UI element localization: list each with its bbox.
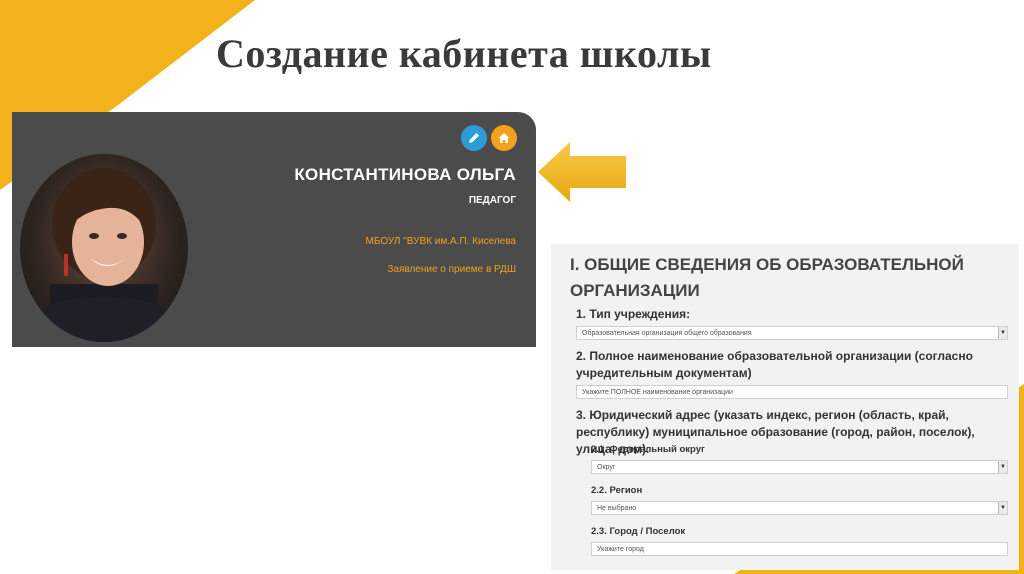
pencil-icon	[469, 133, 479, 143]
form-heading: I. ОБЩИЕ СВЕДЕНИЯ ОБ ОБРАЗОВАТЕЛЬНОЙ ОРГ…	[570, 255, 964, 300]
edit-profile-button[interactable]	[461, 125, 487, 151]
registration-form: I. ОБЩИЕ СВЕДЕНИЯ ОБ ОБРАЗОВАТЕЛЬНОЙ ОРГ…	[551, 244, 1019, 570]
federal-district-label: 2.1. Федеральный округ	[591, 444, 705, 455]
region-label: 2.2. Регион	[591, 485, 643, 496]
city-input[interactable]: Укажите город	[591, 542, 1008, 556]
federal-district-value: Округ	[597, 464, 616, 471]
institution-type-select[interactable]: Образовательная организация общего образ…	[576, 326, 1008, 340]
federal-district-select[interactable]: Округ ▼	[591, 460, 1008, 474]
profile-card: КОНСТАНТИНОВА ОЛЬГА ПЕДАГОГ МБОУЛ "ВУВК …	[12, 112, 536, 347]
profile-organization-link[interactable]: МБОУЛ "ВУВК им.А.П. Киселева	[366, 236, 516, 247]
full-name-input[interactable]: Укажите ПОЛНОЕ наименование организации	[576, 385, 1008, 399]
arrow-left-icon	[538, 142, 626, 202]
full-name-label: 2. Полное наименование образовательной о…	[576, 349, 973, 380]
institution-type-value: Образовательная организация общего образ…	[582, 330, 752, 337]
slide-title: Создание кабинета школы	[216, 31, 712, 76]
avatar	[20, 154, 188, 342]
full-name-placeholder: Укажите ПОЛНОЕ наименование организации	[582, 389, 733, 396]
institution-type-label: 1. Тип учреждения:	[576, 307, 691, 321]
profile-role: ПЕДАГОГ	[468, 195, 516, 206]
chevron-down-icon: ▼	[998, 327, 1007, 339]
chevron-down-icon: ▼	[998, 502, 1007, 514]
avatar-photo	[20, 168, 188, 342]
region-select[interactable]: Не выбрано ▼	[591, 501, 1008, 515]
region-value: Не выбрано	[597, 505, 637, 512]
application-link[interactable]: Заявление о приеме в РДШ	[387, 264, 516, 275]
city-label: 2.3. Город / Поселок	[591, 526, 686, 537]
chevron-down-icon: ▼	[998, 461, 1007, 473]
city-placeholder: Укажите город	[597, 546, 644, 553]
home-icon	[498, 133, 510, 143]
profile-name: КОНСТАНТИНОВА ОЛЬГА	[294, 165, 516, 184]
home-button[interactable]	[491, 125, 517, 151]
